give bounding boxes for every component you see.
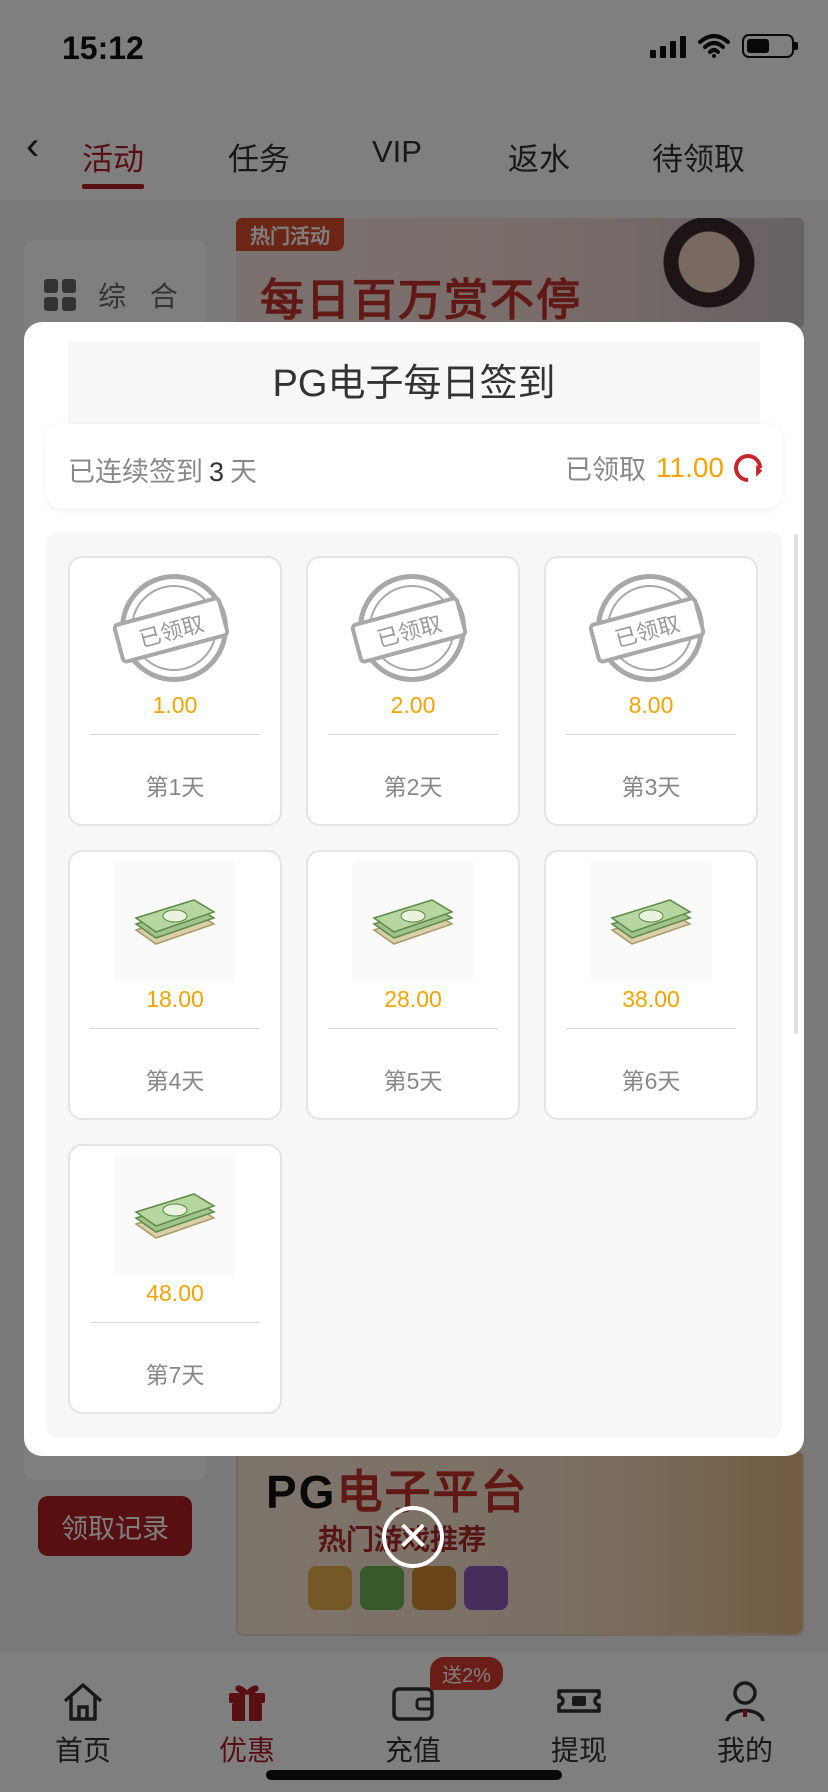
day-card[interactable]: 已领取 2.00 第2天: [306, 556, 520, 826]
day-amount: 2.00: [390, 692, 436, 718]
stamp-icon: 已领取: [111, 574, 231, 682]
claimed-amount: 11.00: [656, 451, 724, 483]
day-card[interactable]: 28.00 第5天: [306, 850, 520, 1120]
claimed-stamp: 已领取: [587, 566, 712, 688]
divider: [328, 734, 498, 735]
money-art: [114, 860, 236, 982]
divider: [566, 734, 736, 735]
day-amount: 8.00: [628, 692, 674, 718]
day-amount: 48.00: [146, 1280, 204, 1306]
claimed-total: 已领取 11.00: [565, 447, 768, 488]
days-scrollbar[interactable]: [794, 534, 798, 1034]
day-card[interactable]: 18.00 第4天: [68, 850, 282, 1120]
day-card[interactable]: 已领取 8.00 第3天: [544, 556, 758, 826]
divider: [90, 734, 260, 735]
close-modal-button[interactable]: ✕: [382, 1506, 444, 1568]
claimed-label: 已领取: [565, 455, 646, 485]
day-amount: 18.00: [146, 986, 204, 1012]
claimed-stamp: 已领取: [111, 566, 236, 688]
claimed-stamp: 已领取: [349, 566, 474, 688]
stamp-icon: 已领取: [349, 574, 469, 682]
day-label: 第4天: [145, 1068, 205, 1094]
day-label: 第6天: [621, 1068, 681, 1094]
checkin-summary: 已连续签到 3 天 已领取 11.00: [46, 424, 782, 508]
money-art: [352, 860, 474, 982]
money-art: [114, 1154, 236, 1276]
divider: [90, 1322, 260, 1323]
streak-suffix: 天: [230, 457, 258, 487]
divider: [566, 1028, 736, 1029]
day-label: 第7天: [145, 1362, 205, 1388]
streak-days: 3: [209, 457, 225, 487]
days-grid: 已领取 1.00 第1天 已领取 2.00 第2天 已领取 8.00 第3天 1…: [46, 532, 782, 1438]
day-card[interactable]: 38.00 第6天: [544, 850, 758, 1120]
streak-text: 已连续签到 3 天: [68, 450, 257, 489]
day-amount: 38.00: [622, 986, 680, 1012]
day-label: 第5天: [383, 1068, 443, 1094]
day-amount: 28.00: [384, 986, 442, 1012]
checkin-modal: PG电子每日签到 已连续签到 3 天 已领取 11.00 已领取 1.00 第1天: [24, 322, 804, 1456]
divider: [328, 1028, 498, 1029]
day-label: 第1天: [145, 774, 205, 800]
close-icon: ✕: [396, 1515, 430, 1559]
money-art: [590, 860, 712, 982]
day-label: 第2天: [383, 774, 443, 800]
money-stack-icon: [610, 899, 692, 945]
stamp-icon: 已领取: [587, 574, 707, 682]
streak-prefix: 已连续签到: [68, 457, 203, 487]
modal-title: PG电子每日签到: [272, 363, 556, 405]
divider: [90, 1028, 260, 1029]
money-stack-icon: [134, 1193, 216, 1239]
money-stack-icon: [372, 899, 454, 945]
money-stack-icon: [134, 899, 216, 945]
day-card[interactable]: 48.00 第7天: [68, 1144, 282, 1414]
day-amount: 1.00: [152, 692, 198, 718]
day-label: 第3天: [621, 774, 681, 800]
refresh-icon[interactable]: [728, 447, 768, 488]
day-card[interactable]: 已领取 1.00 第1天: [68, 556, 282, 826]
